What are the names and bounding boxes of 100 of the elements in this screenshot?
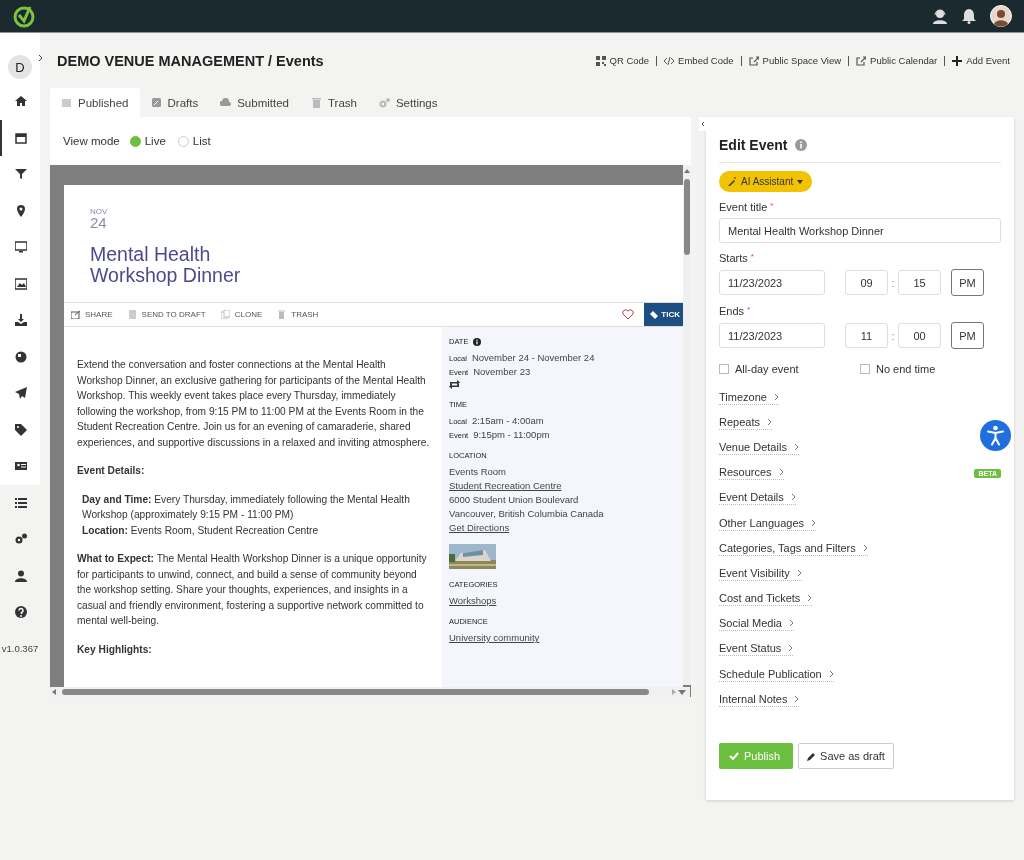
field-label: Event title [719,201,768,213]
location-link[interactable]: University community [449,632,676,643]
user-avatar-icon[interactable] [990,5,1012,27]
section-toggle[interactable]: Internal Notes [719,692,800,707]
caret-icon [797,179,804,184]
qr-code-icon [595,55,606,66]
ticket-icon [650,310,659,319]
check-icon [729,752,739,761]
section-toggle[interactable]: Other Languages [719,516,816,531]
magic-wand-icon [728,177,737,186]
section-toggle[interactable]: Repeats [719,415,772,430]
section-toggle[interactable]: Schedule Publication [719,667,834,682]
ai-assistant-button[interactable]: AI Assistant [719,171,813,192]
info-icon [473,337,482,346]
section-toggle[interactable]: Categories, Tags and Filters [719,541,868,556]
location-link[interactable]: Workshops [449,595,676,606]
section-toggle[interactable]: Cost and Tickets [719,592,813,607]
ticket-button[interactable]: TICK [644,303,683,326]
hour-field[interactable]: 11 [845,323,888,348]
support-agent-icon[interactable] [932,8,948,24]
home-icon [15,95,27,108]
event-action[interactable]: SHARE [64,310,121,319]
date-field[interactable]: 11/23/2023 [719,270,825,295]
section-toggle[interactable]: Event Visibility [719,566,802,581]
chevron-right-icon [790,493,796,502]
heart-icon[interactable] [622,309,635,320]
event-title-field[interactable]: Mental Health Workshop Dinner [719,218,1001,243]
detail-value: November 23 [473,366,531,377]
expand-chevron-icon[interactable] [38,54,44,62]
info-icon [795,139,808,151]
tab[interactable]: Settings [367,88,449,117]
description-heading: Event Details: [77,464,146,478]
chevron-right-icon [796,568,802,577]
section-toggle[interactable]: Social Media [719,617,794,632]
required-mark: * [747,305,751,316]
section-toggle[interactable]: Resources [719,466,784,481]
event-day: 24 [90,216,683,230]
account-avatar[interactable]: D [8,55,32,79]
event-action[interactable]: SEND TO DRAFT [120,310,214,319]
minute-field[interactable]: 15 [898,270,941,295]
section-toggle[interactable]: Venue Details [719,440,799,455]
checkbox-option[interactable]: All-day event [719,363,860,375]
external-link-icon [856,55,867,66]
trash-icon [310,97,322,108]
copy-icon [220,310,230,319]
hour-field[interactable]: 09 [845,270,888,295]
location-text: Events Room [449,466,508,477]
description-paragraph: What to Expect: The Mental Health Workshop Dinner is a unique opportunity for participants to unwind, connect, and build a sense of community beyond the workshop setting. Share your thoughts, experiences, and insights in a casual and friendly environment, fostering a supportive network committed to mental well-being. [77,552,428,628]
checkbox-option[interactable]: No end time [860,363,1001,375]
gears-icon [15,533,27,546]
document-icon [127,310,137,319]
event-action[interactable]: TRASH [270,310,327,319]
share-icon [71,310,80,319]
code-icon [664,55,675,66]
event-action[interactable]: CLONE [213,310,271,319]
toolbar-link[interactable]: Public Calendar [849,55,946,66]
location-link[interactable]: Get Directions [449,522,676,533]
section-toggle[interactable]: Event Status [719,642,794,657]
page-title: DEMO VENUE MANAGEMENT / Events [57,52,325,69]
required-mark: * [770,201,774,212]
accessibility-icon[interactable] [980,420,1011,451]
trash-icon [277,310,287,319]
image-icon [15,277,27,290]
panel-title: Edit Event [719,137,788,153]
toolbar-link[interactable]: Embed Code [657,55,742,66]
view-mode-option[interactable]: List [175,135,213,147]
checkbox[interactable] [719,364,729,374]
chevron-right-icon [773,392,779,401]
location-link[interactable]: Student Recreation Centre [449,480,676,491]
radio-button[interactable] [129,135,141,147]
tab[interactable]: Submitted [209,88,300,117]
collapse-chevron-icon[interactable] [699,117,707,131]
edit-icon [150,97,162,108]
tab[interactable]: Published [50,88,140,117]
detail-value: 9:15pm - 11:00pm [473,429,550,440]
checkbox[interactable] [860,364,870,374]
minute-field[interactable]: 00 [898,323,941,348]
am-pm-toggle[interactable]: PM [951,269,984,296]
toolbar-link[interactable]: QR Code [588,55,658,66]
section-toggle[interactable]: Event Details [719,491,796,506]
section-toggle[interactable]: Timezone [719,390,779,405]
radio-button[interactable] [177,135,189,147]
toolbar-link[interactable]: Public Space View [741,55,850,66]
tab[interactable]: Trash [299,88,368,117]
date-field[interactable]: 11/23/2023 [719,323,825,348]
detail-value: 2:15am - 4:00am [471,415,544,426]
save-draft-button[interactable]: Save as draft [798,743,894,770]
gears-icon [378,97,390,108]
download-icon [15,314,27,327]
horizontal-scrollbar[interactable] [50,687,690,697]
notification-bell-icon[interactable] [962,8,976,24]
tag-icon [15,423,27,436]
am-pm-toggle[interactable]: PM [951,322,984,349]
view-mode-option[interactable]: Live [127,135,168,147]
version-label: v1.0.367 [1,642,39,654]
toolbar-link[interactable]: Add Event [945,55,1010,66]
event-title: Mental Health Workshop Dinner [90,244,242,288]
repeat-icon [449,380,460,389]
vertical-scrollbar[interactable] [683,165,691,685]
tab[interactable]: Drafts [139,88,210,117]
